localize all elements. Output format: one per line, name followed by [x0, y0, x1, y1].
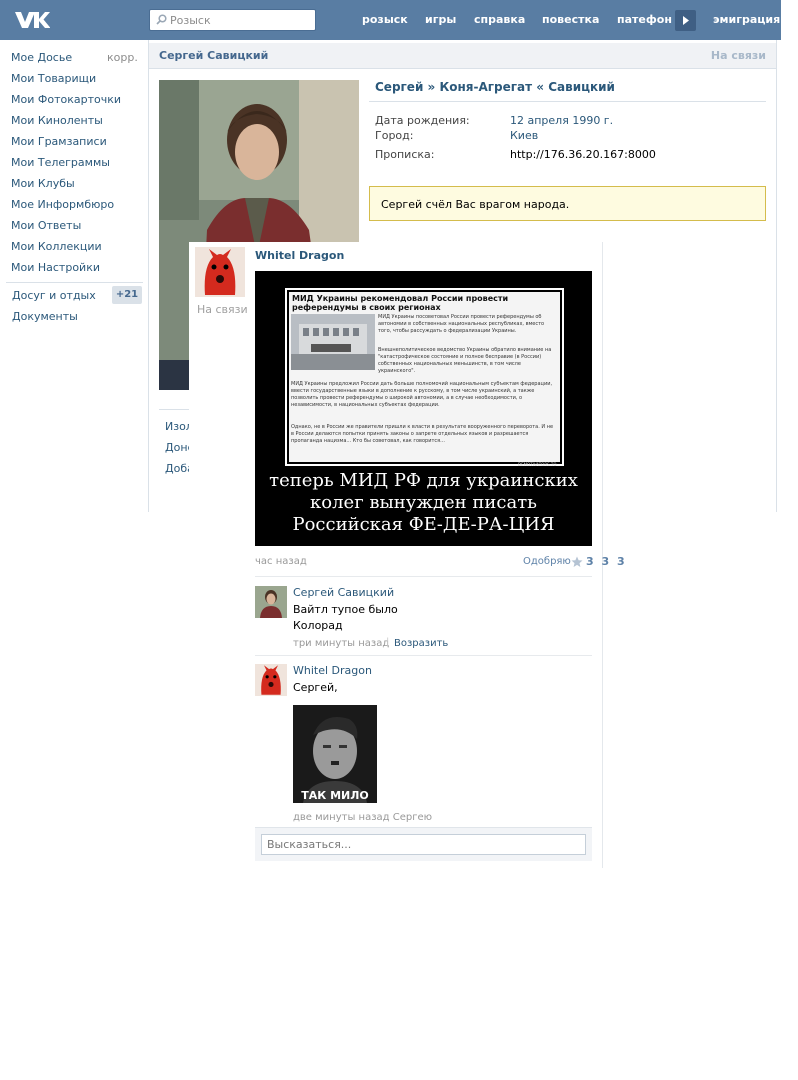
- article-para-1: МИД Украины посоветовал России провести …: [378, 314, 545, 334]
- comments-divider: [255, 576, 592, 577]
- vk-logo-icon[interactable]: [14, 9, 50, 31]
- article-para-4: Однако, не в России же правители пришли …: [291, 424, 554, 444]
- reply-link[interactable]: Возразить: [394, 638, 448, 649]
- menu-my-dossier[interactable]: Мое Досье: [11, 51, 72, 64]
- menu-my-friends[interactable]: Мои Товарищи: [11, 72, 96, 85]
- comment-time[interactable]: две минуты назад Сергею: [293, 812, 432, 823]
- online-status: На связи: [710, 49, 766, 62]
- profile-short-name: Сергей Савицкий: [159, 49, 269, 62]
- like-count[interactable]: 3 3 3: [586, 555, 627, 568]
- menu-my-news[interactable]: Мое Информбюро: [11, 198, 114, 211]
- comment-author[interactable]: Whitel Dragon: [293, 664, 372, 677]
- post-time[interactable]: час назад: [255, 556, 307, 567]
- photo-actions-divider: [159, 409, 189, 410]
- site-label: Прописка:: [375, 148, 435, 161]
- comment-avatar[interactable]: [255, 586, 287, 618]
- comment-image-caption: ТАК МИЛО: [301, 789, 369, 802]
- nav-agenda[interactable]: повестка: [542, 13, 599, 26]
- menu-edit-link[interactable]: корр.: [107, 51, 138, 64]
- comment-time[interactable]: три минуты назад: [293, 638, 389, 649]
- comment-text-line: Вайтл тупое было: [293, 603, 398, 616]
- comment-divider: [255, 655, 592, 656]
- menu-my-settings[interactable]: Мои Настройки: [11, 261, 100, 274]
- comment-text-line: Колорад: [293, 619, 343, 632]
- post-author-name[interactable]: Whitel Dragon: [255, 249, 344, 262]
- profile-full-name: Сергей » Коня-Агрегат « Савицкий: [375, 80, 615, 94]
- menu-my-audio[interactable]: Мои Грамзаписи: [11, 135, 107, 148]
- post-author-online: На связи: [197, 303, 248, 316]
- menu-my-groups[interactable]: Мои Клубы: [11, 177, 75, 190]
- user-avatar-icon: [255, 586, 287, 618]
- menu-my-answers[interactable]: Мои Ответы: [11, 219, 81, 232]
- article-headline: МИД Украины рекомендовал России провести…: [292, 294, 509, 312]
- star-icon[interactable]: [571, 556, 583, 568]
- comment-avatar[interactable]: [255, 664, 287, 696]
- menu-my-collections[interactable]: Мои Коллекции: [11, 240, 102, 253]
- search-placeholder: Розыск: [170, 14, 211, 27]
- city-value[interactable]: Киев: [510, 129, 538, 142]
- article-para-2: Внешнеполитическое ведомство Украины обр…: [378, 347, 552, 374]
- enemy-notice-text: Сергей счёл Вас врагом народа.: [381, 198, 570, 211]
- birthdate-label: Дата рождения:: [375, 114, 470, 127]
- search-icon: [156, 14, 167, 25]
- profile-title-divider: [369, 101, 766, 102]
- menu-counter-badge[interactable]: +21: [112, 286, 142, 304]
- nav-search[interactable]: розыск: [362, 13, 408, 26]
- search-input[interactable]: Розыск: [149, 9, 316, 31]
- comment-text-line: Сергей,: [293, 681, 338, 694]
- menu-my-photos[interactable]: Мои Фотокарточки: [11, 93, 121, 106]
- like-button[interactable]: Одобряю: [523, 556, 571, 567]
- site-value[interactable]: http://176.36.20.167:8000: [510, 148, 656, 161]
- enemy-notice: Сергей счёл Вас врагом народа.: [369, 186, 766, 221]
- profile-name-bar: Сергей Савицкий На связи: [149, 43, 776, 69]
- menu-my-messages[interactable]: Мои Телеграммы: [11, 156, 110, 169]
- reply-input[interactable]: [261, 834, 586, 855]
- dragon-avatar-icon: [195, 247, 245, 297]
- nav-games[interactable]: игры: [425, 13, 456, 26]
- menu-divider: [6, 282, 143, 283]
- article-photo: [291, 314, 375, 370]
- dragon-avatar-icon: [255, 664, 287, 696]
- nav-emigration[interactable]: эмиграция: [713, 13, 780, 26]
- play-icon: [683, 16, 689, 25]
- comment-author[interactable]: Сергей Савицкий: [293, 586, 394, 599]
- demotivator-caption: теперь МИД РФ для украинских колег вынуж…: [269, 470, 578, 535]
- meta-separator: |: [386, 637, 390, 648]
- play-button[interactable]: [675, 10, 696, 31]
- birthdate-value[interactable]: 12 апреля 1990 г.: [510, 114, 613, 127]
- menu-leisure[interactable]: Досуг и отдых: [12, 289, 96, 302]
- nav-help[interactable]: справка: [474, 13, 525, 26]
- demotivator-watermark: DEMOTIVATORS.TO: [518, 462, 557, 467]
- nav-music[interactable]: патефон: [617, 13, 672, 26]
- city-label: Город:: [375, 129, 414, 142]
- post-author-avatar[interactable]: [195, 247, 245, 297]
- menu-documents[interactable]: Документы: [12, 310, 78, 323]
- menu-my-videos[interactable]: Мои Киноленты: [11, 114, 103, 127]
- article-para-3: МИД Украины предложил России дать больше…: [291, 381, 553, 408]
